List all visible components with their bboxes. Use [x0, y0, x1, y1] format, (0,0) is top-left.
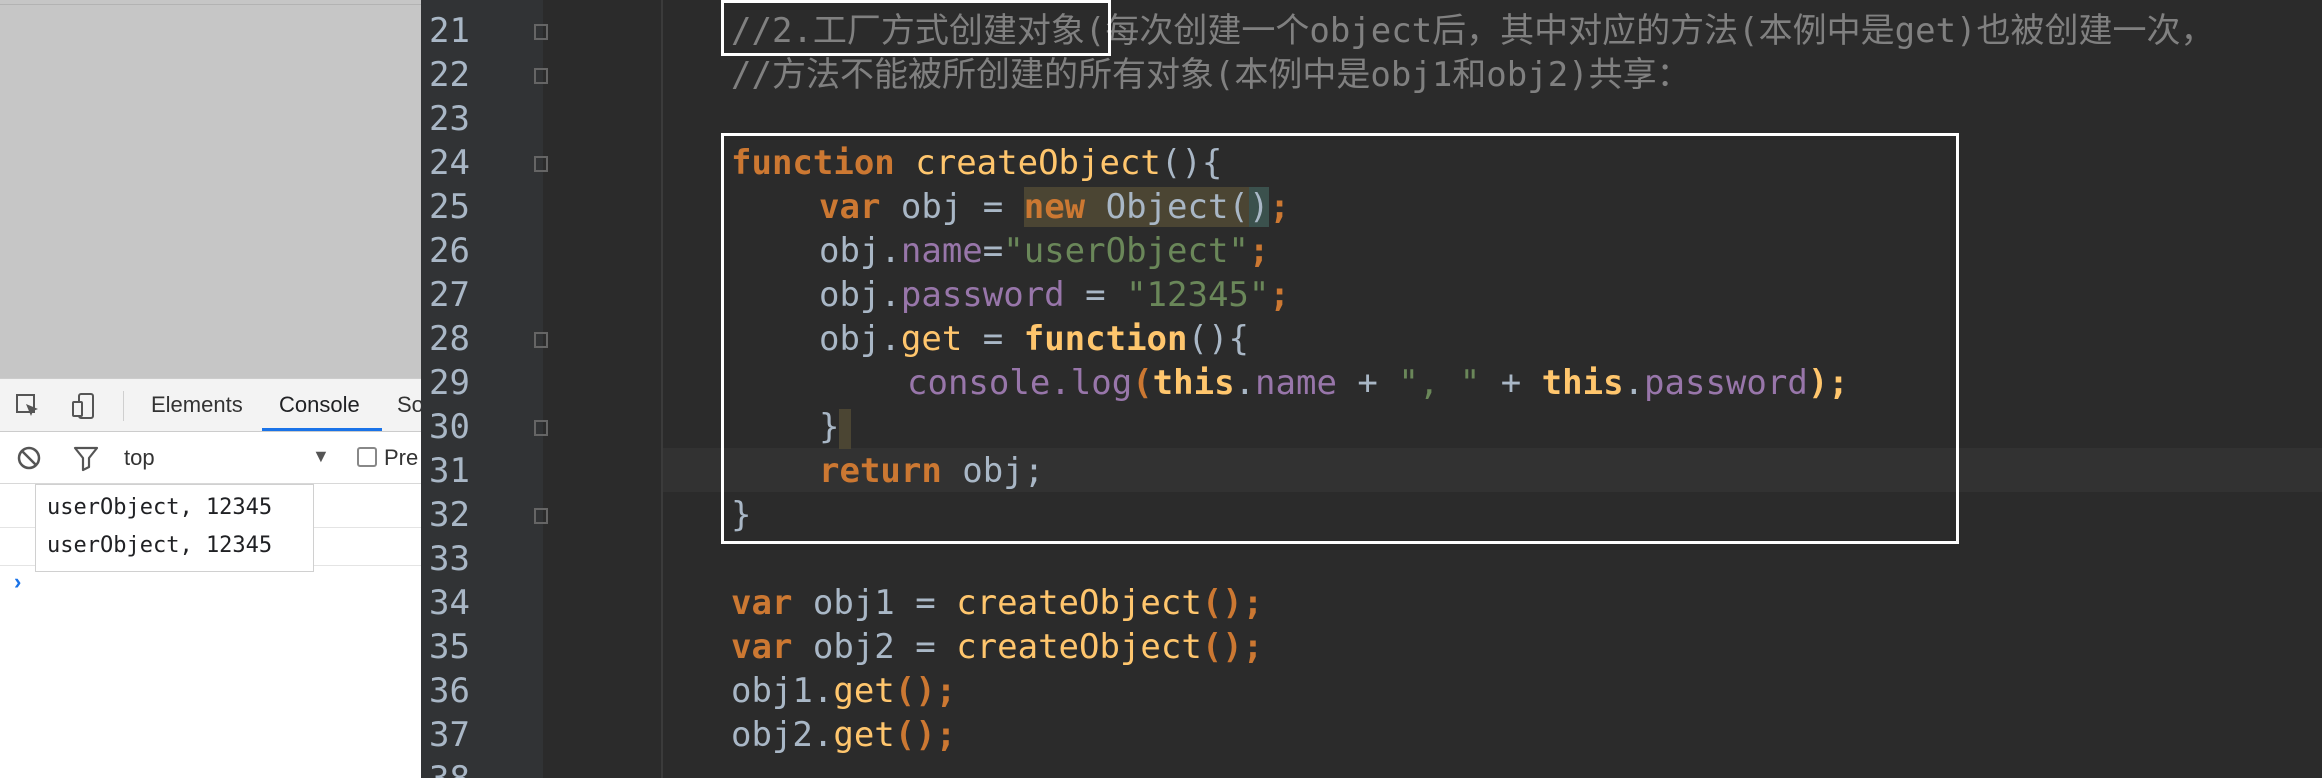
function-name: createObject — [956, 627, 1202, 667]
code-line-35: var obj2 = createObject(); — [731, 625, 1263, 669]
tab-console[interactable]: Console — [279, 392, 360, 418]
line-number: 37 — [429, 715, 470, 755]
keyword: var — [731, 583, 793, 623]
comment-highlight-box — [721, 0, 1111, 56]
fold-marker-icon[interactable] — [534, 420, 548, 436]
console-log-line: userObject, 12345 — [47, 495, 273, 520]
device-toolbar-icon[interactable] — [70, 392, 98, 420]
comment-text: (每次创建一个object后，其中对应的方法(本例中是get)也被创建一次， — [1084, 11, 2215, 51]
clear-console-icon[interactable] — [15, 444, 43, 472]
code-text: (); — [894, 671, 957, 711]
code-line-34: var obj1 = createObject(); — [731, 581, 1263, 625]
comment-text: //方法不能被所创建的所有对象(本例中是obj1和obj2)共享： — [731, 55, 1691, 95]
console-prompt-icon[interactable]: › — [14, 569, 21, 595]
line-number: 30 — [429, 407, 470, 447]
code-text: (); — [1201, 583, 1264, 623]
fold-marker-icon[interactable] — [534, 24, 548, 40]
code-text: obj2. — [731, 715, 834, 755]
console-filter-bar: top ▼ Pre — [0, 432, 421, 484]
chevron-down-icon[interactable]: ▼ — [312, 446, 330, 467]
fold-marker-icon[interactable] — [534, 332, 548, 348]
code-text: (); — [1201, 627, 1264, 667]
code-line-36: obj1.get(); — [731, 669, 956, 713]
code-text: obj1. — [731, 671, 834, 711]
method-name: get — [833, 715, 895, 755]
line-number: 22 — [429, 55, 470, 95]
line-number: 23 — [429, 99, 470, 139]
line-number: 29 — [429, 363, 470, 403]
console-output-highlight: userObject, 12345 userObject, 12345 — [35, 484, 314, 572]
code-text: obj2 = — [792, 627, 957, 667]
devtools-panel: Elements Console So top ▼ Pre userObject… — [0, 0, 421, 778]
fold-marker-icon[interactable] — [534, 68, 548, 84]
line-number: 27 — [429, 275, 470, 315]
tab-sources[interactable]: So — [397, 392, 421, 418]
context-selector[interactable]: top — [124, 445, 155, 471]
line-number: 36 — [429, 671, 470, 711]
line-number: 21 — [429, 11, 470, 51]
function-name: createObject — [956, 583, 1202, 623]
line-number: 32 — [429, 495, 470, 535]
inspect-element-icon[interactable] — [14, 392, 42, 420]
fold-marker-icon[interactable] — [534, 156, 548, 172]
line-number: 31 — [429, 451, 470, 491]
line-number: 26 — [429, 231, 470, 271]
active-tab-indicator — [262, 428, 382, 431]
fold-marker-icon[interactable] — [534, 508, 548, 524]
line-number: 35 — [429, 627, 470, 667]
tab-elements[interactable]: Elements — [151, 392, 243, 418]
code-line-22: //方法不能被所创建的所有对象(本例中是obj1和obj2)共享： — [731, 53, 1691, 97]
code-text: obj1 = — [792, 583, 957, 623]
page-viewport — [0, 0, 421, 378]
filter-icon[interactable] — [72, 444, 100, 472]
line-number: 24 — [429, 143, 470, 183]
viewport-divider — [0, 4, 421, 5]
keyword: var — [731, 627, 793, 667]
method-name: get — [833, 671, 895, 711]
line-number: 25 — [429, 187, 470, 227]
preserve-log-checkbox[interactable] — [357, 447, 377, 467]
console-log-line: userObject, 12345 — [47, 533, 273, 558]
toolbar-separator — [123, 391, 124, 421]
code-editor[interactable]: 21 22 23 24 25 26 27 28 29 30 31 32 33 3… — [421, 0, 2322, 778]
line-number: 28 — [429, 319, 470, 359]
fold-gutter — [543, 0, 663, 778]
devtools-toolbar: Elements Console So — [0, 378, 421, 432]
line-number: 38 — [429, 757, 509, 778]
line-number: 33 — [429, 539, 470, 579]
code-text: (); — [894, 715, 957, 755]
code-line-37: obj2.get(); — [731, 713, 956, 757]
line-number: 34 — [429, 583, 470, 623]
function-highlight-box — [721, 133, 1959, 544]
preserve-log-label: Pre — [384, 445, 419, 470]
